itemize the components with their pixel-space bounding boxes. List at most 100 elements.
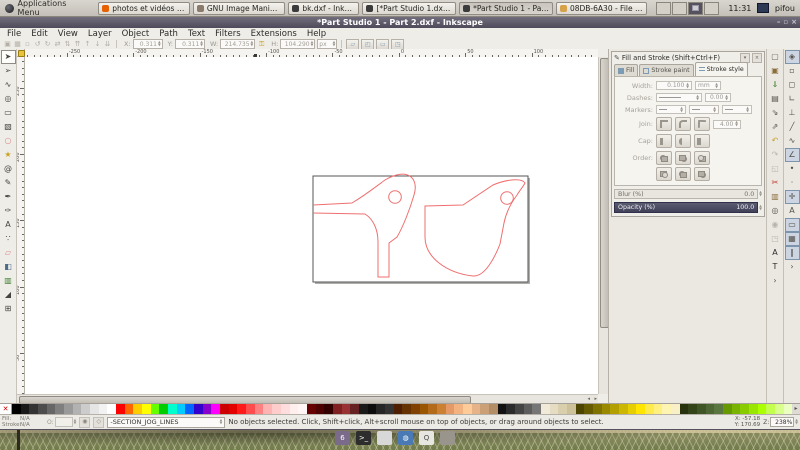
blur-slider[interactable]: Blur (%) 0.0 xyxy=(614,189,758,199)
selector-tool[interactable]: ➤ xyxy=(1,50,16,64)
palette-swatch[interactable] xyxy=(38,404,47,414)
palette-swatch[interactable] xyxy=(55,404,64,414)
palette-swatch[interactable] xyxy=(584,404,593,414)
order-5-button[interactable] xyxy=(675,167,691,181)
palette-swatch[interactable] xyxy=(376,404,385,414)
palette-swatch[interactable] xyxy=(463,404,472,414)
palette-swatch[interactable] xyxy=(246,404,255,414)
snap-intersection-button[interactable]: ∠ xyxy=(785,148,800,162)
ruler-corner[interactable] xyxy=(17,49,25,57)
unit-select[interactable]: px▲▼ xyxy=(317,39,337,49)
browser-globe-icon[interactable]: ◍ xyxy=(398,431,413,445)
window-titlebar[interactable]: *Part Studio 1 - Part 2.dxf - Inkscape –… xyxy=(0,17,800,28)
search-icon[interactable]: Q xyxy=(419,431,434,445)
tweak-tool[interactable]: ∿ xyxy=(1,78,16,92)
window-icon[interactable] xyxy=(377,431,392,445)
snap-path-button[interactable]: ∿ xyxy=(785,134,800,148)
ellipse-tool[interactable]: ○ xyxy=(1,134,16,148)
blur-spinner[interactable]: ▲▼ xyxy=(759,191,762,197)
snap-midpoint-button[interactable]: · xyxy=(785,176,800,190)
palette-swatch[interactable] xyxy=(151,404,160,414)
palette-swatch[interactable] xyxy=(576,404,585,414)
menu-layer[interactable]: Layer xyxy=(83,29,117,39)
palette-swatch[interactable] xyxy=(350,404,359,414)
bucket-tool[interactable]: ◧ xyxy=(1,260,16,274)
palette-swatch[interactable] xyxy=(758,404,767,414)
palette-swatch[interactable] xyxy=(480,404,489,414)
zoom-tool[interactable]: ◎ xyxy=(1,92,16,106)
workspace-2[interactable] xyxy=(672,2,687,15)
node-tool[interactable]: ➢ xyxy=(1,64,16,78)
palette-swatch[interactable] xyxy=(21,404,30,414)
controls-icon-5[interactable]: ⇄ xyxy=(53,40,62,49)
controls-icon-7[interactable]: ⇈ xyxy=(73,40,82,49)
layer-lock-icon[interactable]: ◇ xyxy=(93,417,104,428)
palette-swatch[interactable] xyxy=(636,404,645,414)
menu-extensions[interactable]: Extensions xyxy=(246,29,302,39)
palette-swatch[interactable] xyxy=(255,404,264,414)
workspace-3[interactable] xyxy=(688,2,703,15)
controls-icon-1[interactable]: ▦ xyxy=(13,40,22,49)
star-tool[interactable]: ★ xyxy=(1,148,16,162)
affect-toggle-0[interactable]: ▱ xyxy=(346,39,359,50)
toolbar-overflow-button[interactable]: › xyxy=(768,274,783,288)
canvas[interactable] xyxy=(25,57,598,394)
snap-bbox-corner-button[interactable]: ∟ xyxy=(785,92,800,106)
taskbar-window-button[interactable]: photos et vidéos pour... xyxy=(98,2,190,15)
join-miter-button[interactable] xyxy=(656,117,672,131)
palette-swatch[interactable] xyxy=(775,404,784,414)
palette-swatch[interactable] xyxy=(740,404,749,414)
affect-toggle-2[interactable]: ▭ xyxy=(376,39,389,50)
palette-swatch[interactable] xyxy=(558,404,567,414)
palette-swatch[interactable] xyxy=(749,404,758,414)
order-2-button[interactable] xyxy=(675,151,691,165)
menu-filters[interactable]: Filters xyxy=(210,29,245,39)
zoom-selection-button[interactable]: ◉ xyxy=(768,218,783,232)
export-button[interactable]: ⇗ xyxy=(768,120,783,134)
layer-select[interactable]: -SECTION_JOG_LINES ▲▼ xyxy=(107,417,225,428)
palette-swatch[interactable] xyxy=(411,404,420,414)
snap-page-border-button[interactable]: ▭ xyxy=(785,218,800,232)
dropper-tool[interactable]: ◢ xyxy=(1,288,16,302)
palette-swatch[interactable] xyxy=(177,404,186,414)
palette-swatch[interactable] xyxy=(168,404,177,414)
palette-swatch[interactable] xyxy=(359,404,368,414)
cut-button[interactable]: ✂ xyxy=(768,176,783,190)
palette-swatch[interactable] xyxy=(706,404,715,414)
palette-swatch[interactable] xyxy=(142,404,151,414)
workspace-1[interactable] xyxy=(656,2,671,15)
start-marker-select[interactable]: ▲▼ xyxy=(656,105,686,114)
palette-swatch[interactable] xyxy=(671,404,680,414)
text-tool[interactable]: A xyxy=(1,218,16,232)
palette-swatch[interactable] xyxy=(688,404,697,414)
duplicate-button[interactable]: ◳ xyxy=(768,232,783,246)
palette-swatch[interactable] xyxy=(498,404,507,414)
taskbar-window-button[interactable]: bk.dxf - Inkscape xyxy=(288,2,359,15)
palette-swatch[interactable] xyxy=(394,404,403,414)
dialog-collapse-button[interactable]: ▾ xyxy=(740,53,750,63)
lock-ratio-icon[interactable]: ⚿ xyxy=(257,40,266,49)
affect-toggle-1[interactable]: ◰ xyxy=(361,39,374,50)
palette-swatch[interactable] xyxy=(47,404,56,414)
width-input[interactable]: 214.735▲▼ xyxy=(220,39,255,49)
dialog-close-button[interactable]: × xyxy=(752,53,762,63)
snap-bbox-midpoint-button[interactable]: ⊥ xyxy=(785,106,800,120)
palette-swatch[interactable] xyxy=(316,404,325,414)
maximize-button[interactable]: ▫ xyxy=(783,17,788,28)
connector-tool[interactable]: ⊞ xyxy=(1,302,16,316)
controls-icon-8[interactable]: ↑ xyxy=(83,40,92,49)
print-document-button[interactable]: ▤ xyxy=(768,92,783,106)
palette-swatch[interactable] xyxy=(290,404,299,414)
palette-swatch[interactable] xyxy=(593,404,602,414)
snap-more-button[interactable]: › xyxy=(785,260,800,274)
scroll-right-arrow[interactable]: ▸ xyxy=(594,396,597,402)
palette-swatch[interactable] xyxy=(420,404,429,414)
vertical-scrollbar[interactable] xyxy=(598,57,608,394)
snap-grid-button[interactable]: ▦ xyxy=(785,232,800,246)
paste-button[interactable]: ▥ xyxy=(768,190,783,204)
order-1-button[interactable] xyxy=(656,151,672,165)
palette-swatch[interactable] xyxy=(472,404,481,414)
menu-object[interactable]: Object xyxy=(117,29,155,39)
controls-icon-10[interactable]: ⇊ xyxy=(103,40,112,49)
palette-swatch[interactable] xyxy=(333,404,342,414)
